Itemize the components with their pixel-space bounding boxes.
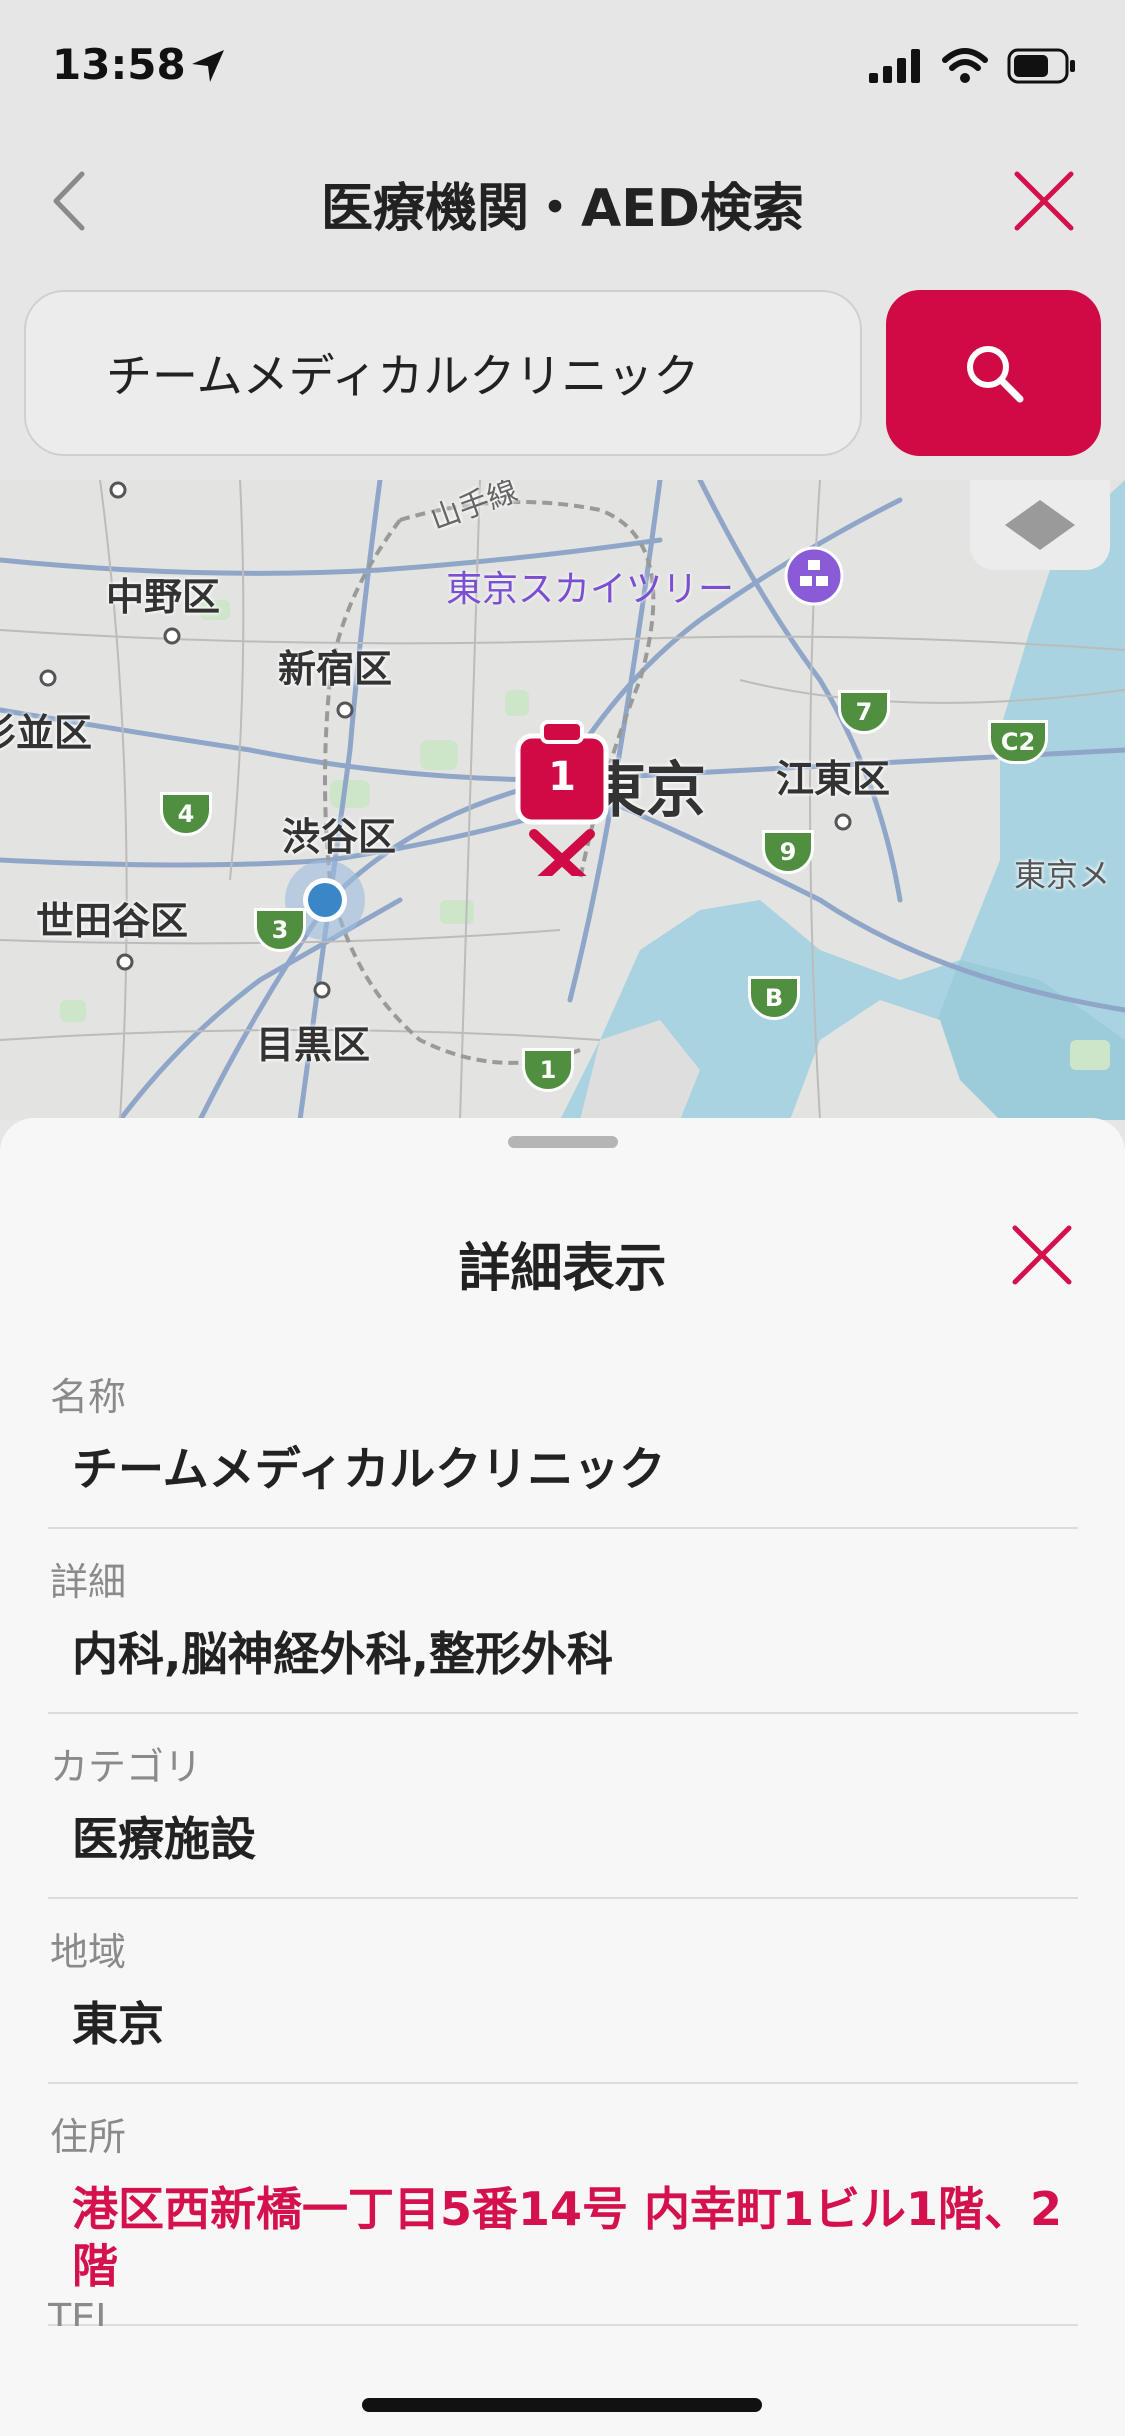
map-view[interactable]: 中野区 新宿区 杉並区 渋谷区 世田谷区 目黒区 東京 江東区 山手線 東京メ …	[0, 480, 1125, 1120]
sheet-close-icon[interactable]	[1009, 1222, 1075, 1288]
facility-marker[interactable]: 1	[512, 716, 612, 876]
detail-list: 名称 チームメディカルクリニック 詳細 内科,脳神経外科,整形外科 カテゴリ 医…	[48, 1344, 1078, 2326]
location-arrow-icon	[192, 50, 224, 82]
wifi-icon	[942, 48, 988, 83]
detail-row-category: カテゴリ 医療施設	[48, 1714, 1078, 1900]
detail-row-detail: 詳細 内科,脳神経外科,整形外科	[48, 1529, 1078, 1715]
search-button[interactable]	[886, 290, 1101, 456]
detail-value: 東京	[72, 1997, 164, 2052]
detail-row-address: 住所 港区西新橋一丁目5番14号 内幸町1ビル1階、2階	[48, 2084, 1078, 2326]
search-row: チームメディカルクリニック	[0, 282, 1125, 464]
route-shield: C2	[988, 720, 1048, 764]
signal-icon	[869, 49, 920, 83]
search-input[interactable]: チームメディカルクリニック	[24, 290, 862, 456]
detail-row-name: 名称 チームメディカルクリニック	[48, 1344, 1078, 1530]
battery-icon	[1007, 48, 1075, 84]
map-label-skytree: 東京スカイツリー	[446, 569, 735, 610]
sheet-drag-handle[interactable]	[508, 1136, 618, 1148]
detail-label: 地域	[50, 1930, 127, 1975]
map-label-suginami: 杉並区	[0, 711, 93, 755]
marker-count: 1	[548, 754, 576, 800]
detail-label-tel: TEL	[48, 2296, 117, 2326]
status-bar: 13:58	[0, 0, 1125, 132]
detail-label: 名称	[50, 1375, 127, 1419]
detail-row-region: 地域 東京	[48, 1899, 1078, 2085]
map-label-meguro: 目黒区	[256, 1023, 371, 1067]
detail-sheet: 詳細表示 名称 チームメディカルクリニック 詳細 内科,脳神経外科,整形外科 カ…	[0, 1118, 1125, 2436]
page-title: 医療機関・AED検索	[321, 179, 804, 239]
address-link[interactable]: 港区西新橋一丁目5番14号 内幸町1ビル1階、2階	[72, 2181, 1078, 2293]
detail-label: 住所	[50, 2115, 127, 2160]
map-label-nakano: 中野区	[106, 575, 221, 619]
map-label-shibuya: 渋谷区	[282, 815, 397, 859]
detail-label: カテゴリ	[50, 1745, 203, 1790]
map-label-setagaya: 世田谷区	[36, 899, 189, 943]
search-icon	[966, 346, 1023, 403]
skytree-poi-icon[interactable]	[782, 546, 846, 610]
detail-label: 詳細	[50, 1560, 127, 1605]
sheet-title: 詳細表示	[458, 1239, 667, 1299]
status-icons	[869, 48, 1077, 84]
map-label-tokyo-me: 東京メ	[1014, 856, 1111, 894]
detail-value: 内科,脳神経外科,整形外科	[72, 1627, 613, 1682]
detail-value: 医療施設	[72, 1812, 256, 1867]
close-icon[interactable]	[1011, 168, 1077, 234]
map-label-shinjuku: 新宿区	[278, 647, 393, 691]
home-indicator[interactable]	[362, 2398, 762, 2412]
map-label-koto: 江東区	[776, 757, 891, 801]
navigation-bar: 医療機関・AED検索	[0, 132, 1125, 272]
detail-value: チームメディカルクリニック	[72, 1442, 666, 1496]
status-time: 13:58	[52, 40, 186, 89]
